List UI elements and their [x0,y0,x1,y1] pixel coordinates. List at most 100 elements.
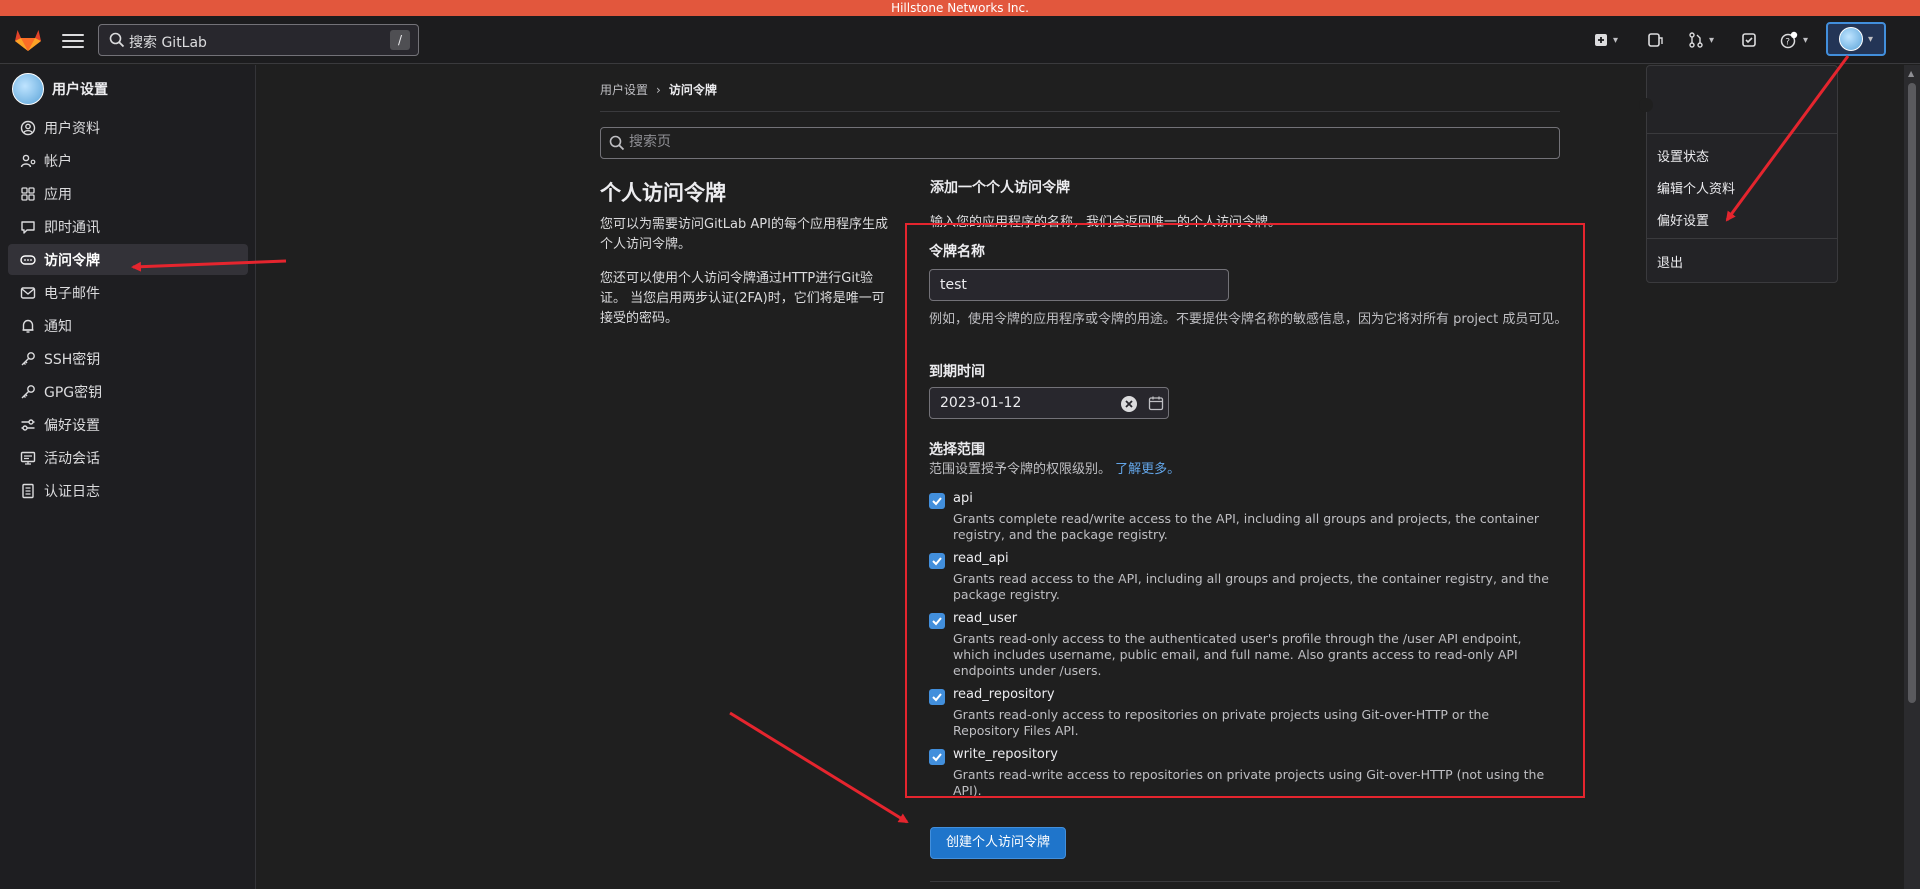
sidebar-item-auth-log[interactable]: 认证日志 [8,475,248,506]
token-name-help: 例如，使用令牌的应用程序或令牌的用途。不要提供令牌名称的敏感信息，因为它将对所有… [929,312,1568,327]
avatar [12,73,44,105]
vertical-scrollbar[interactable]: ▲ [1904,65,1920,889]
sidebar-item-notifications[interactable]: 通知 [8,310,248,341]
settings-sidebar: 用户设置 用户资料 帐户 应用 即时通讯 访问令牌 电子邮件 通知 SSH密钥 … [0,65,256,889]
scope-name: api [953,491,973,506]
menu-item-sign-out[interactable]: 退出 [1657,252,1683,271]
token-form-highlight-box: 令牌名称 test 例如，使用令牌的应用程序或令牌的用途。不要提供令牌名称的敏感… [905,223,1585,798]
learn-more-link[interactable]: 了解更多。 [1115,462,1180,477]
issues-button[interactable] [1640,24,1670,56]
checkmark-icon [932,753,942,762]
sidebar-item-label: 电子邮件 [44,285,100,302]
scopes-label: 选择范围 [929,442,985,458]
menu-item-preferences[interactable]: 偏好设置 [1657,210,1709,229]
menu-item-set-status[interactable]: 设置状态 [1657,146,1709,165]
sidebar-header[interactable]: 用户设置 [12,73,108,105]
user-avatar-button[interactable]: ▾ [1826,22,1886,56]
expires-label: 到期时间 [929,364,985,380]
expires-date-value: 2023-01-12 [940,395,1022,411]
preferences-icon [21,418,35,431]
calendar-icon[interactable] [1148,395,1164,411]
merge-request-icon [1689,32,1703,48]
page-search-input[interactable] [629,134,1529,150]
scope-description: Grants read-write access to repositories… [953,767,1545,798]
todos-button[interactable] [1734,24,1764,56]
menu-item-edit-profile[interactable]: 编辑个人资料 [1657,178,1735,197]
merge-requests-button[interactable]: ▾ [1680,24,1722,56]
applications-icon [21,186,35,201]
divider [600,111,1560,112]
key-icon [21,351,35,365]
sidebar-item-ssh-keys[interactable]: SSH密钥 [8,343,248,374]
user-dropdown-menu: 设置状态 编辑个人资料 偏好设置 退出 [1639,65,1838,283]
search-shortcut-key: / [390,30,410,50]
chevron-down-icon: ▾ [1708,34,1715,46]
sidebar-item-label: 偏好设置 [44,417,100,434]
checkmark-icon [932,693,942,702]
scope-checkbox[interactable] [929,749,945,765]
sidebar-item-label: 活动会话 [44,450,100,467]
breadcrumb-parent[interactable]: 用户设置 [600,83,648,97]
log-icon [22,483,34,498]
chevron-down-icon: ▾ [1802,34,1809,46]
scope-checkbox[interactable] [929,613,945,629]
sidebar-item-label: 访问令牌 [44,252,100,269]
system-title-bar: Hillstone Networks Inc. [0,0,1920,16]
help-button[interactable]: ? ▾ [1772,24,1816,56]
menu-icon[interactable] [62,30,84,50]
scroll-up-arrow-icon[interactable]: ▲ [1908,69,1914,78]
sidebar-item-applications[interactable]: 应用 [8,178,248,209]
system-title: Hillstone Networks Inc. [891,1,1029,15]
sidebar-item-preferences[interactable]: 偏好设置 [8,409,248,440]
intro-paragraph: 您还可以使用个人访问令牌通过HTTP进行Git验证。 当您启用两步认证(2FA)… [600,271,885,326]
monitor-icon [20,451,36,465]
divider [1647,238,1837,239]
checkmark-icon [932,557,942,566]
divider [930,881,1560,882]
sidebar-item-label: 帐户 [44,153,72,170]
scope-description: Grants read-only access to the authentic… [953,631,1522,678]
scroll-thumb[interactable] [1908,83,1916,703]
page-search-field[interactable] [600,127,1560,159]
gitlab-logo-icon[interactable] [14,28,42,52]
scope-description: Grants read access to the API, including… [953,571,1549,602]
intro-section: 个人访问令牌 您可以为需要访问GitLab API的每个应用程序生成个人访问令牌… [600,177,895,343]
scopes-help-text: 范围设置授予令牌的权限级别。 [929,462,1112,477]
search-icon [609,135,625,151]
token-name-label: 令牌名称 [929,244,985,260]
svg-text:?: ? [1785,38,1790,48]
scopes-help: 范围设置授予令牌的权限级别。 了解更多。 [929,459,1180,480]
profile-icon [20,120,36,135]
sidebar-item-active-sessions[interactable]: 活动会话 [8,442,248,473]
help-icon: ? [1780,31,1798,49]
expires-date-input[interactable]: 2023-01-12 [929,387,1169,419]
sidebar-item-emails[interactable]: 电子邮件 [8,277,248,308]
sidebar-item-chat[interactable]: 即时通讯 [8,211,248,242]
sidebar-item-profile[interactable]: 用户资料 [8,112,248,143]
scope-checkbox[interactable] [929,553,945,569]
checkmark-icon [932,617,942,626]
breadcrumb-separator: › [656,83,661,97]
new-menu-button[interactable]: ▾ [1586,24,1626,56]
page-title: 个人访问令牌 [600,181,726,205]
token-name-input[interactable]: test [929,269,1229,301]
sidebar-item-label: 即时通讯 [44,219,100,236]
search-placeholder: 搜索 GitLab [129,35,207,51]
divider [1647,133,1837,134]
global-search-input[interactable]: 搜索 GitLab / [98,24,419,56]
sidebar-item-gpg-keys[interactable]: GPG密钥 [8,376,248,407]
menu-notch [1639,98,1653,112]
mail-icon [20,286,36,299]
sidebar-item-access-tokens[interactable]: 访问令牌 [8,244,248,275]
plus-icon [1594,34,1607,46]
clear-icon[interactable] [1120,395,1138,413]
checkmark-icon [932,497,942,506]
form-title: 添加一个个人访问令牌 [930,180,1070,196]
create-token-button[interactable]: 创建个人访问令牌 [930,827,1066,859]
sidebar-item-label: 通知 [44,318,72,335]
scope-checkbox[interactable] [929,493,945,509]
sidebar-item-account[interactable]: 帐户 [8,145,248,176]
scope-checkbox[interactable] [929,689,945,705]
breadcrumb-current: 访问令牌 [668,83,717,97]
sidebar-title: 用户设置 [52,82,108,98]
